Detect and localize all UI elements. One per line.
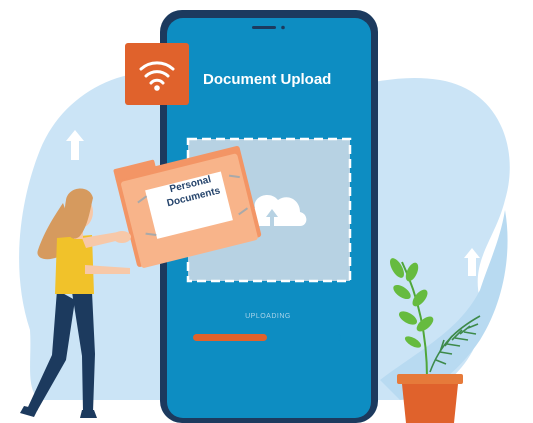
- page-title: Document Upload: [203, 71, 332, 88]
- illustration: [19, 10, 510, 423]
- wifi-badge: [125, 43, 189, 105]
- upload-progress-fill: [193, 334, 267, 341]
- phone-camera: [281, 25, 285, 30]
- upload-status-label: UPLOADING: [245, 313, 291, 320]
- phone-speaker: [252, 26, 276, 29]
- woman-hand: [113, 231, 131, 243]
